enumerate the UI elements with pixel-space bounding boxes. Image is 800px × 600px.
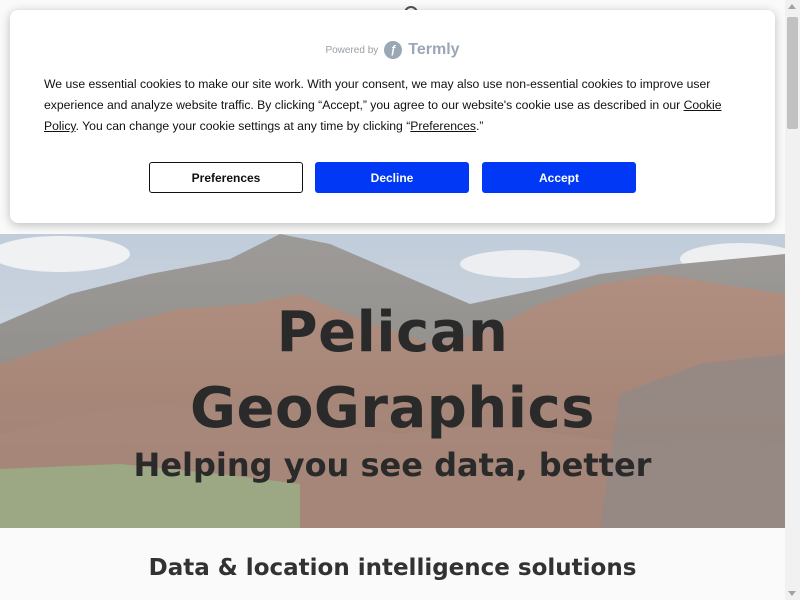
cookie-text-part2: . You can change your cookie settings at… xyxy=(75,119,411,133)
powered-by-label: Powered by xyxy=(325,44,379,56)
decline-button[interactable]: Decline xyxy=(315,162,469,193)
scroll-up-arrow-icon[interactable] xyxy=(788,4,796,9)
termly-brand: Termly xyxy=(408,41,460,58)
page-scrollbar[interactable] xyxy=(785,0,800,600)
cookie-text-part3: .” xyxy=(476,119,484,133)
termly-logo-icon: ƒ xyxy=(384,41,403,59)
cookie-consent-banner: Powered by ƒ Termly We use essential coo… xyxy=(10,10,775,223)
cookie-text-part1: We use essential cookies to make our sit… xyxy=(44,77,711,112)
accept-button[interactable]: Accept xyxy=(482,162,636,193)
scroll-down-arrow-icon[interactable] xyxy=(788,591,796,596)
powered-by-termly: Powered by ƒ Termly xyxy=(10,40,775,60)
preferences-link[interactable]: Preferences xyxy=(410,119,476,133)
preferences-button[interactable]: Preferences xyxy=(149,162,303,193)
scroll-thumb[interactable] xyxy=(787,17,798,129)
cookie-message: We use essential cookies to make our sit… xyxy=(44,74,734,137)
